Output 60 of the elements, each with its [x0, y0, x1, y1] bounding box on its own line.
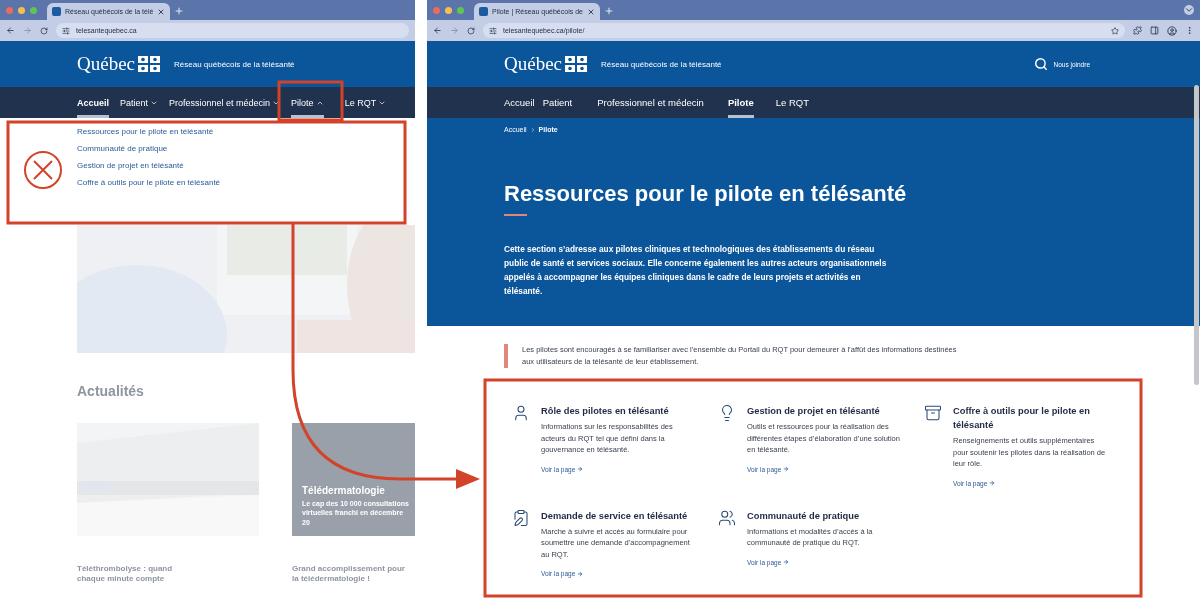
chevron-icon [529, 126, 536, 133]
people-icon [718, 508, 736, 527]
card-title: Coffre à outils pour le pilote en télésanté [953, 405, 1091, 432]
menu-item[interactable]: Coffre à outils pour le pilote en télésanté [77, 178, 415, 187]
menu-item[interactable]: Communauté de pratique [77, 144, 415, 153]
nav-item[interactable]: Patient [542, 87, 573, 118]
menu-item[interactable]: Ressources pour le pilote en télésanté [77, 127, 415, 136]
favicon-icon [52, 7, 61, 16]
profile-icon[interactable] [1167, 25, 1177, 36]
arrow-icon [577, 570, 584, 577]
back-icon[interactable] [433, 26, 442, 35]
site-name: Réseau québécois de la télésanté [601, 59, 722, 69]
error-icon [24, 151, 62, 189]
chevron-icon[interactable] [1184, 5, 1194, 15]
flag-icon [565, 56, 588, 72]
close-icon[interactable] [157, 7, 166, 16]
flag-icon [138, 56, 161, 72]
sidebar-icon[interactable] [1150, 26, 1159, 35]
site-name: Réseau québécois de la télésanté [174, 59, 295, 69]
extensions-icon[interactable] [1133, 26, 1142, 35]
site-settings-icon [489, 26, 497, 35]
card-title: Demande de service en télésanté [541, 509, 689, 523]
menu-item[interactable]: Gestion de projet en télésanté [77, 161, 415, 170]
callout-bar [504, 344, 508, 368]
nav-item[interactable]: Accueil [504, 87, 535, 118]
section-heading: Actualités [77, 383, 145, 399]
card-title: Télédermatologie [302, 485, 386, 496]
plus-icon[interactable] [603, 6, 614, 16]
plus-icon[interactable] [174, 6, 185, 16]
toolbox-icon [924, 404, 942, 422]
nav-item[interactable]: Professionnel et médecin [597, 87, 704, 118]
nav-item[interactable]: Le RQT [344, 87, 387, 118]
intro-paragraph: Cette section s’adresse aux pilotes cliniques et technologiques des établissements du réseau public de santé et services sociaux. Elle concerne également les autres acteurs organisationnels appelés à accompagner les équipes cliniques dans le cadre de leurs projets et activités en télésanté. [504, 243, 888, 298]
favicon-icon [479, 7, 488, 16]
arrow-icon [783, 466, 790, 472]
scrollbar[interactable] [1194, 85, 1199, 385]
clipboard-icon [512, 508, 530, 527]
nav-item[interactable]: Professionnel et médecin [169, 87, 281, 118]
logo[interactable]: Québec [77, 53, 136, 75]
arrow-icon [989, 480, 996, 486]
person-icon [512, 404, 530, 422]
arrow-icon [577, 466, 584, 472]
card-title: Communauté de pratique [747, 509, 861, 523]
reload-icon[interactable] [467, 26, 475, 35]
card-title: Rôle des pilotes en télésanté [541, 405, 670, 418]
logo[interactable]: Québec [504, 53, 563, 75]
search-icon[interactable] [1033, 57, 1048, 71]
back-icon[interactable] [6, 26, 15, 35]
forward-icon[interactable] [23, 26, 32, 35]
forward-icon[interactable] [450, 26, 459, 35]
close-icon[interactable] [586, 7, 595, 16]
site-settings-icon [62, 26, 70, 35]
arrow-icon [783, 559, 790, 565]
menu-icon[interactable] [1185, 26, 1194, 35]
reload-icon[interactable] [40, 26, 48, 35]
nav-item[interactable]: Patient [120, 87, 159, 118]
card-title: Gestion de projet en télésanté [747, 405, 881, 418]
nav-item[interactable]: Le RQT [775, 87, 809, 118]
page-title: Ressources pour le pilote en télésanté [504, 181, 908, 207]
star-icon [1111, 26, 1119, 35]
